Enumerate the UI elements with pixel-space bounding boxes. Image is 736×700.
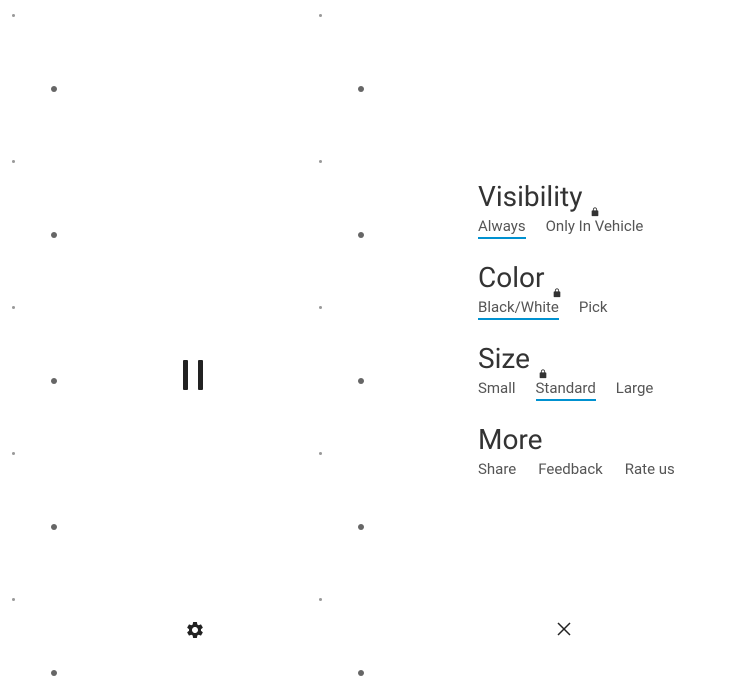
more-section: More Share Feedback Rate us (478, 423, 718, 480)
visibility-heading: Visibility (478, 180, 718, 213)
more-title: More (478, 423, 543, 456)
more-heading: More (478, 423, 718, 456)
grid-dot (51, 670, 57, 676)
grid-dot (358, 232, 364, 238)
grid-dot (12, 160, 15, 163)
color-section: Color Black/White Pick (478, 261, 718, 320)
size-option[interactable]: Large (616, 379, 654, 401)
color-option[interactable]: Pick (579, 298, 608, 320)
close-icon[interactable] (555, 620, 573, 638)
grid-dot (358, 378, 364, 384)
grid-dot (319, 452, 322, 455)
pause-bar (198, 360, 203, 390)
lock-icon (552, 272, 562, 284)
more-item[interactable]: Rate us (625, 460, 675, 480)
lock-icon (590, 191, 600, 203)
grid-dot (319, 160, 322, 163)
grid-dot (51, 378, 57, 384)
pause-bar (183, 360, 188, 390)
size-title: Size (478, 342, 530, 375)
grid-dot (358, 670, 364, 676)
grid-dot (319, 598, 322, 601)
grid-dot (358, 524, 364, 530)
size-section: Size Small Standard Large (478, 342, 718, 401)
lock-icon (538, 353, 548, 365)
grid-dot (358, 86, 364, 92)
color-option[interactable]: Black/White (478, 298, 559, 320)
color-title: Color (478, 261, 544, 294)
visibility-option[interactable]: Always (478, 217, 526, 239)
settings-panel: Visibility Always Only In Vehicle Color B… (478, 180, 718, 502)
visibility-options: Always Only In Vehicle (478, 217, 718, 239)
size-heading: Size (478, 342, 718, 375)
color-heading: Color (478, 261, 718, 294)
size-options: Small Standard Large (478, 379, 718, 401)
more-items: Share Feedback Rate us (478, 460, 718, 480)
grid-dot (51, 524, 57, 530)
grid-dot (12, 306, 15, 309)
grid-dot (319, 306, 322, 309)
grid-dot (12, 452, 15, 455)
visibility-title: Visibility (478, 180, 582, 213)
gear-icon[interactable] (185, 620, 205, 640)
more-item[interactable]: Feedback (538, 460, 603, 480)
visibility-option[interactable]: Only In Vehicle (546, 217, 644, 239)
grid-dot (51, 232, 57, 238)
dot-grid (0, 0, 370, 700)
grid-dot (51, 86, 57, 92)
grid-dot (12, 598, 15, 601)
pause-icon[interactable] (183, 360, 203, 390)
size-option[interactable]: Small (478, 379, 516, 401)
size-option[interactable]: Standard (536, 379, 596, 401)
more-item[interactable]: Share (478, 460, 516, 480)
grid-dot (319, 14, 322, 17)
grid-dot (12, 14, 15, 17)
visibility-section: Visibility Always Only In Vehicle (478, 180, 718, 239)
color-options: Black/White Pick (478, 298, 718, 320)
